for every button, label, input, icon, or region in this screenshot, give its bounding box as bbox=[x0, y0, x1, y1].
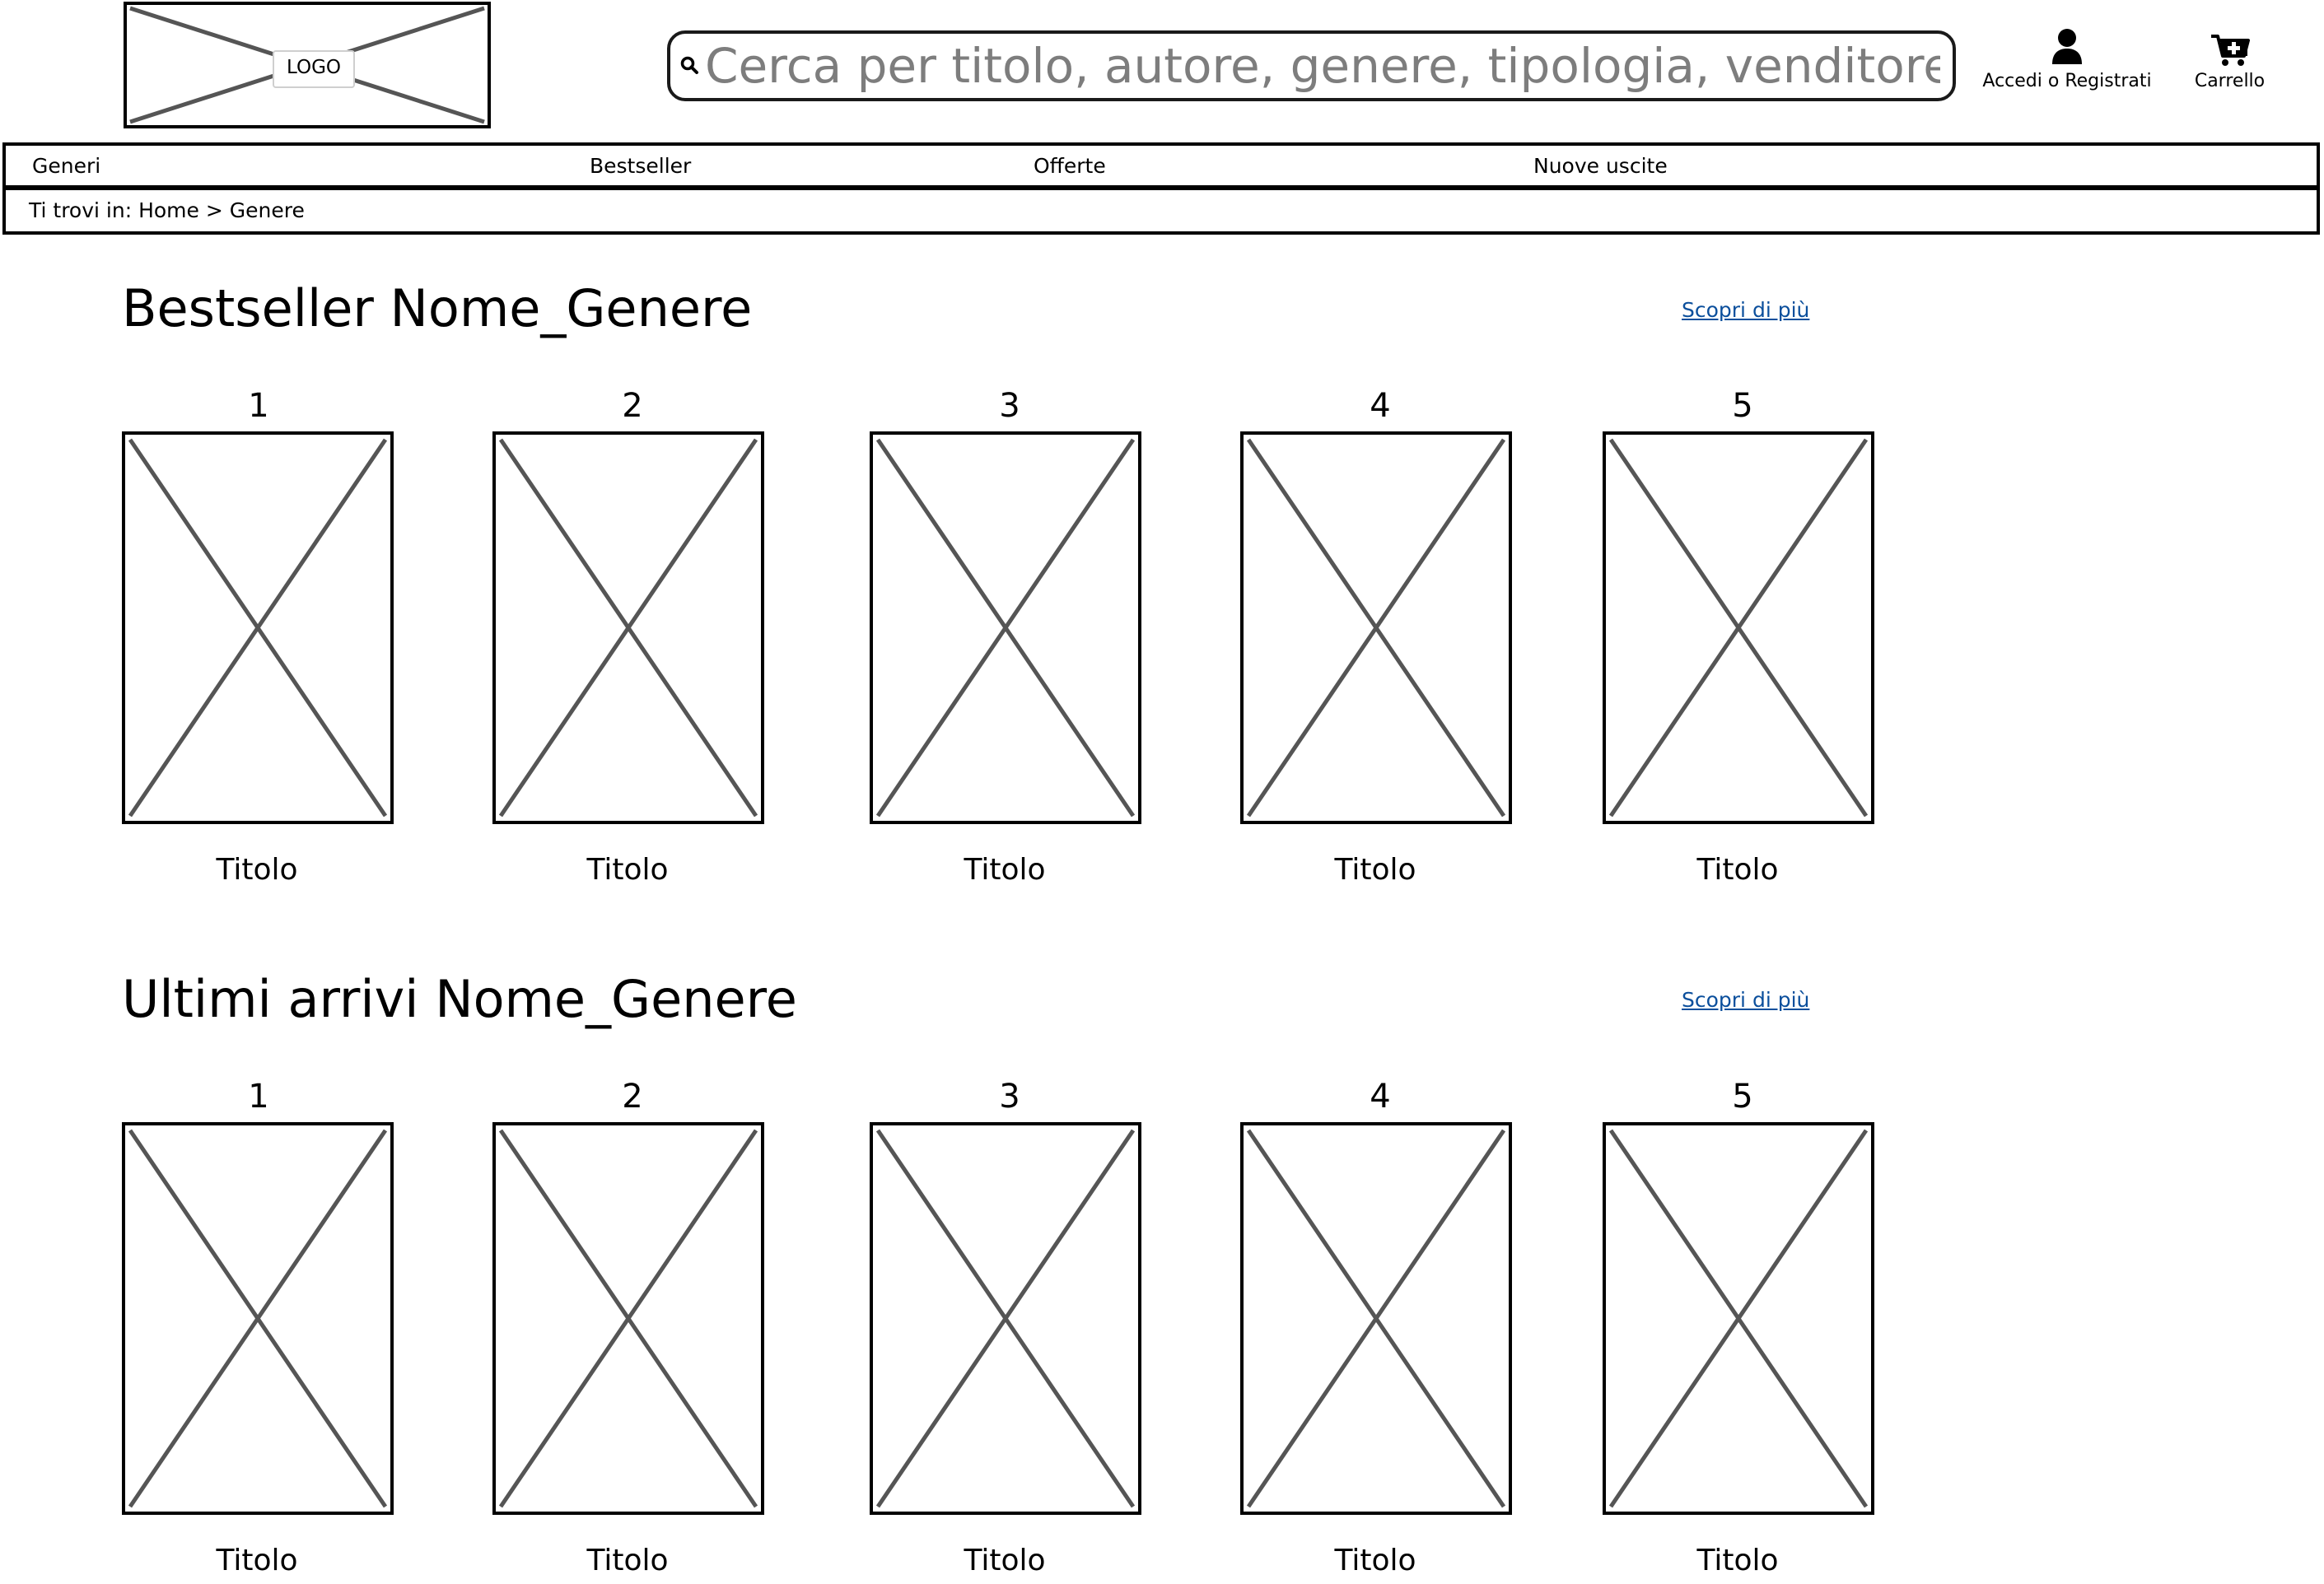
book-title[interactable]: Titolo bbox=[881, 1544, 1128, 1577]
breadcrumb: Ti trovi in: Home > Genere bbox=[2, 189, 2320, 235]
book-cover-placeholder[interactable] bbox=[870, 431, 1141, 824]
book-title[interactable]: Titolo bbox=[133, 854, 380, 887]
nav-item-generi[interactable]: Generi bbox=[32, 154, 100, 179]
book-title[interactable]: Titolo bbox=[881, 854, 1128, 887]
image-placeholder-icon bbox=[875, 1129, 1136, 1508]
image-placeholder-icon bbox=[875, 438, 1136, 818]
book-title[interactable]: Titolo bbox=[1252, 1544, 1499, 1577]
book-rank: 5 bbox=[1732, 387, 1753, 425]
image-placeholder-icon bbox=[1608, 1129, 1869, 1508]
image-placeholder-icon bbox=[498, 438, 758, 818]
cart-plus-icon bbox=[2210, 35, 2250, 66]
book-rank: 1 bbox=[248, 387, 269, 425]
book-cover-placeholder[interactable] bbox=[1240, 1122, 1512, 1515]
book-cover-placeholder[interactable] bbox=[1603, 1122, 1874, 1515]
book-title[interactable]: Titolo bbox=[1252, 854, 1499, 887]
book-title[interactable]: Titolo bbox=[1614, 1544, 1861, 1577]
book-title[interactable]: Titolo bbox=[504, 854, 751, 887]
image-placeholder-icon bbox=[1246, 1129, 1506, 1508]
nav-item-offerte[interactable]: Offerte bbox=[1034, 154, 1106, 179]
book-cover-placeholder[interactable] bbox=[492, 431, 764, 824]
book-rank: 5 bbox=[1732, 1078, 1753, 1116]
cart-label: Carrello bbox=[2194, 71, 2266, 91]
section-title-bestseller: Bestseller Nome_Genere bbox=[122, 278, 753, 338]
ultimi-arrivi-more-link[interactable]: Scopri di più bbox=[1682, 988, 1809, 1012]
book-cover-placeholder[interactable] bbox=[1240, 431, 1512, 824]
logo-label: LOGO bbox=[273, 50, 355, 88]
book-cover-placeholder[interactable] bbox=[1603, 431, 1874, 824]
book-cover-placeholder[interactable] bbox=[122, 1122, 394, 1515]
book-cover-placeholder[interactable] bbox=[870, 1122, 1141, 1515]
nav-item-nuove-uscite[interactable]: Nuove uscite bbox=[1533, 154, 1668, 179]
user-icon bbox=[2052, 29, 2082, 64]
book-rank: 4 bbox=[1370, 387, 1391, 425]
image-placeholder-icon bbox=[1608, 438, 1869, 818]
image-placeholder-icon bbox=[1246, 438, 1506, 818]
nav-item-bestseller[interactable]: Bestseller bbox=[590, 154, 691, 179]
book-cover-placeholder[interactable] bbox=[122, 431, 394, 824]
book-rank: 3 bbox=[999, 387, 1020, 425]
book-rank: 2 bbox=[622, 387, 643, 425]
search-bar[interactable] bbox=[667, 30, 1956, 101]
book-cover-placeholder[interactable] bbox=[492, 1122, 764, 1515]
section-title-ultimi-arrivi: Ultimi arrivi Nome_Genere bbox=[122, 969, 797, 1029]
book-title[interactable]: Titolo bbox=[133, 1544, 380, 1577]
search-input[interactable] bbox=[702, 38, 1940, 94]
main-nav: Generi Bestseller Offerte Nuove uscite bbox=[2, 142, 2320, 189]
cart-button[interactable]: Carrello bbox=[2182, 33, 2277, 102]
book-rank: 2 bbox=[622, 1078, 643, 1116]
book-rank: 3 bbox=[999, 1078, 1020, 1116]
account-label: Accedi o Registrati bbox=[1982, 71, 2152, 91]
breadcrumb-text: Ti trovi in: Home > Genere bbox=[29, 198, 305, 222]
account-button[interactable]: Accedi o Registrati bbox=[1972, 28, 2162, 102]
book-title[interactable]: Titolo bbox=[1614, 854, 1861, 887]
book-title[interactable]: Titolo bbox=[504, 1544, 751, 1577]
image-placeholder-icon bbox=[498, 1129, 758, 1508]
image-placeholder-icon bbox=[128, 438, 388, 818]
bestseller-more-link[interactable]: Scopri di più bbox=[1682, 298, 1809, 322]
book-rank: 4 bbox=[1370, 1078, 1391, 1116]
image-placeholder-icon bbox=[128, 1129, 388, 1508]
search-icon[interactable] bbox=[679, 54, 702, 77]
logo[interactable]: LOGO bbox=[124, 2, 491, 128]
book-rank: 1 bbox=[248, 1078, 269, 1116]
